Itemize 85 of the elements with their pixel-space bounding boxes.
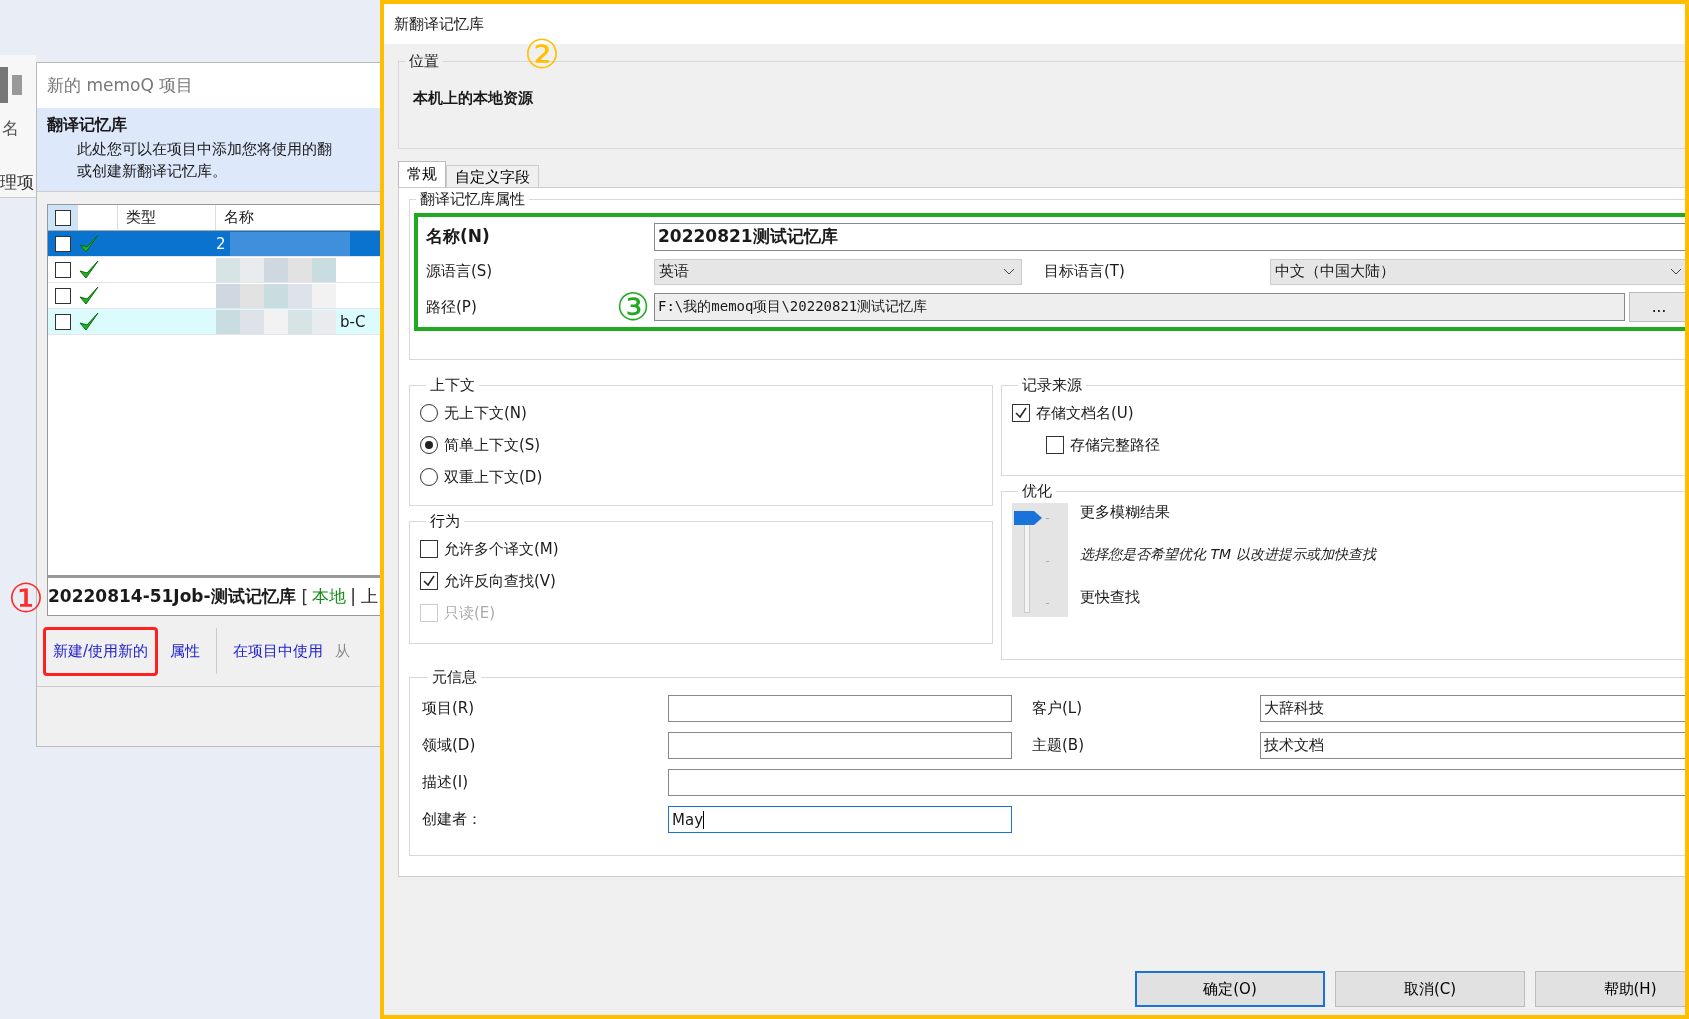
check-icon <box>78 284 100 307</box>
checkbox[interactable] <box>420 572 438 590</box>
description-text: 此处您可以在项目中添加您将使用的翻 <box>76 139 333 160</box>
field-label: 主题(B) <box>1031 736 1085 755</box>
field-label: 描述(I) <box>422 773 470 792</box>
field-label: 目标语言(T) <box>1043 262 1126 282</box>
checkbox[interactable] <box>55 287 71 304</box>
tab[interactable]: 常规 <box>398 161 446 187</box>
input-field[interactable]: May <box>668 806 1012 833</box>
bracket-text: [ <box>301 586 309 607</box>
chevron-down-icon <box>1003 268 1015 276</box>
sidebar-item[interactable]: 理项 <box>0 171 34 194</box>
field-label: 源语言(S) <box>425 262 493 282</box>
context-text: | 上 <box>350 585 379 608</box>
group-label: 翻译记忆库属性 <box>419 190 526 209</box>
group-label: 元信息 <box>431 668 478 687</box>
tm-name: 20220814-51Job-测试记忆库 <box>48 585 296 608</box>
name-field[interactable]: 20220821测试记忆库 <box>654 222 1685 251</box>
option-label: 只读(E) <box>444 603 496 623</box>
slider-label: 更快查找 <box>1080 588 1141 607</box>
checkbox[interactable] <box>420 540 438 558</box>
slider-label: 更多模糊结果 <box>1080 503 1171 522</box>
option-label: 无上下文(N) <box>444 403 527 423</box>
table-cell: 2 <box>216 234 226 253</box>
description-text: 或创建新翻译记忆库。 <box>76 161 228 182</box>
path-field[interactable]: F:\我的memoq项目\20220821测试记忆库 <box>654 293 1625 322</box>
field-label: 名称(N) <box>425 225 490 249</box>
chevron-down-icon <box>1670 268 1682 276</box>
annotation-number: ③ <box>615 288 650 327</box>
option-label: 允许反向查找(V) <box>444 571 556 591</box>
dialog-button[interactable]: 帮助(H) <box>1535 971 1685 1007</box>
checkbox[interactable] <box>1046 436 1064 454</box>
source-language-dropdown[interactable]: 英语 <box>654 259 1022 285</box>
checkbox[interactable] <box>1012 404 1030 422</box>
radio-button[interactable] <box>420 468 438 486</box>
action-link[interactable]: 在项目中使用 <box>233 641 324 661</box>
check-icon <box>78 258 100 281</box>
target-language-dropdown[interactable]: 中文（中国大陆） <box>1270 259 1685 285</box>
group-label: 优化 <box>1021 482 1053 501</box>
field-label: 路径(P) <box>425 297 477 317</box>
group-label: 上下文 <box>429 376 476 395</box>
table-row[interactable]: 2 <box>48 231 380 257</box>
hint-text: 选择您是否希望优化 TM 以改进提示或加快查找 <box>1080 546 1376 564</box>
field-label: 项目(R) <box>422 699 476 718</box>
input-field[interactable]: 大辞科技 <box>1260 695 1685 722</box>
table-cell: b-C <box>340 312 366 331</box>
option-label: 存储完整路径 <box>1070 435 1160 455</box>
tab[interactable]: 自定义字段 <box>446 165 539 187</box>
input-field[interactable] <box>668 732 1012 759</box>
annotation-number: ① <box>8 578 44 618</box>
group-label: 记录来源 <box>1021 376 1083 395</box>
checkbox[interactable] <box>55 261 71 278</box>
column-header[interactable]: 类型 <box>118 205 216 230</box>
checkbox[interactable] <box>55 313 71 330</box>
option-label: 存储文档名(U) <box>1036 403 1134 423</box>
group-label: 行为 <box>429 512 461 531</box>
checkbox[interactable] <box>54 209 71 226</box>
window-title: 新的 memoQ 项目 <box>37 63 380 108</box>
option-label: 双重上下文(D) <box>444 467 543 487</box>
action-link[interactable]: 属性 <box>170 641 201 661</box>
field-label: 创建者： <box>422 810 483 829</box>
section-title: 翻译记忆库 <box>47 114 128 136</box>
sidebar-item[interactable]: 名 <box>2 117 19 140</box>
browse-button[interactable]: ... <box>1629 292 1685 323</box>
group-label: 位置 <box>408 52 440 71</box>
input-field[interactable]: 技术文档 <box>1260 732 1685 759</box>
radio-button[interactable] <box>420 436 438 454</box>
dialog-button[interactable]: 确定(O) <box>1135 971 1325 1007</box>
new-link[interactable]: 新建/使用新的 <box>53 641 149 660</box>
check-icon <box>78 310 100 333</box>
option-label: 简单上下文(S) <box>444 435 541 455</box>
option-label: 允许多个译文(M) <box>444 539 559 559</box>
check-icon <box>78 232 100 255</box>
slider-thumb[interactable] <box>1014 511 1042 525</box>
radio-button[interactable] <box>420 404 438 422</box>
dialog-button[interactable]: 取消(C) <box>1335 971 1525 1007</box>
input-field[interactable] <box>668 695 1012 722</box>
optimization-slider[interactable] <box>1012 503 1068 617</box>
field-label: 领域(D) <box>422 736 477 755</box>
input-field[interactable] <box>668 769 1685 796</box>
location-value: 本机上的本地资源 <box>412 88 534 109</box>
field-label: 客户(L) <box>1031 699 1084 718</box>
table-row[interactable]: b-C <box>48 309 380 335</box>
location-text: 本地 <box>312 585 347 608</box>
checkbox[interactable] <box>55 235 71 252</box>
